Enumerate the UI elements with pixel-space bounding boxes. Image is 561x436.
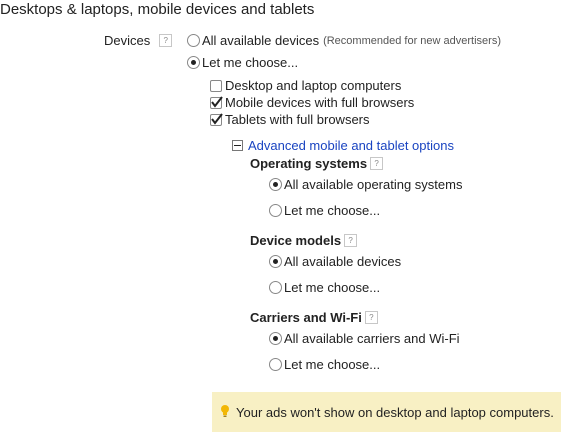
carriers-heading-group: Carriers and Wi-Fi ? — [250, 310, 378, 325]
collapse-icon[interactable] — [232, 140, 243, 151]
tablet-checkbox[interactable] — [210, 112, 223, 126]
os-option-all[interactable]: All available operating systems — [269, 177, 462, 192]
devices-option-choose[interactable]: Let me choose... — [187, 55, 298, 70]
devices-label: Devices — [104, 33, 151, 48]
carriers-help-icon[interactable]: ? — [364, 311, 378, 324]
os-option-choose[interactable]: Let me choose... — [269, 203, 380, 218]
carriers-option-all[interactable]: All available carriers and Wi-Fi — [269, 331, 460, 346]
models-choose-radio[interactable] — [269, 281, 282, 294]
carriers-choose-label[interactable]: Let me choose... — [284, 357, 380, 372]
checkmark-icon — [211, 95, 223, 108]
os-help-icon[interactable]: ? — [370, 157, 384, 170]
models-choose-label[interactable]: Let me choose... — [284, 280, 380, 295]
models-option-choose[interactable]: Let me choose... — [269, 280, 380, 295]
devices-field-label-group: Devices ? — [104, 33, 173, 48]
carriers-all-label[interactable]: All available carriers and Wi-Fi — [284, 331, 460, 346]
notice-text: Your ads won't show on desktop and lapto… — [236, 404, 554, 420]
devices-help-icon[interactable]: ? — [159, 34, 173, 47]
notice-box: Your ads won't show on desktop and lapto… — [212, 392, 561, 432]
models-heading-group: Device models ? — [250, 233, 358, 248]
carriers-all-radio[interactable] — [269, 332, 282, 345]
carriers-heading: Carriers and Wi-Fi — [250, 310, 362, 325]
os-all-radio[interactable] — [269, 178, 282, 191]
models-option-all[interactable]: All available devices — [269, 254, 401, 269]
os-heading: Operating systems — [250, 156, 368, 171]
mobile-checkbox[interactable] — [210, 95, 223, 109]
mobile-checkbox-label[interactable]: Mobile devices with full browsers — [225, 95, 414, 110]
os-choose-radio[interactable] — [269, 204, 282, 217]
devices-all-note: (Recommended for new advertisers) — [323, 34, 501, 47]
models-all-label[interactable]: All available devices — [284, 254, 401, 269]
os-heading-group: Operating systems ? — [250, 156, 384, 171]
advanced-options-link[interactable]: Advanced mobile and tablet options — [248, 138, 454, 153]
checkbox-desktop-row[interactable]: Desktop and laptop computers — [210, 78, 401, 93]
section-title: Desktops & laptops, mobile devices and t… — [0, 1, 315, 18]
checkbox-mobile-row[interactable]: Mobile devices with full browsers — [210, 95, 414, 110]
models-all-radio[interactable] — [269, 255, 282, 268]
checkbox-tablet-row[interactable]: Tablets with full browsers — [210, 112, 370, 127]
devices-option-all[interactable]: All available devices (Recommended for n… — [187, 33, 501, 48]
advanced-options-toggle[interactable]: Advanced mobile and tablet options — [232, 138, 454, 153]
devices-choose-label[interactable]: Let me choose... — [202, 55, 298, 70]
devices-choose-radio[interactable] — [187, 56, 200, 69]
carriers-option-choose[interactable]: Let me choose... — [269, 357, 380, 372]
desktop-checkbox[interactable] — [210, 79, 222, 92]
desktop-checkbox-label[interactable]: Desktop and laptop computers — [225, 78, 401, 93]
lightbulb-icon — [220, 404, 230, 421]
tablet-checkbox-label[interactable]: Tablets with full browsers — [225, 112, 370, 127]
devices-all-label[interactable]: All available devices — [202, 33, 319, 48]
models-help-icon[interactable]: ? — [344, 234, 358, 247]
os-choose-label[interactable]: Let me choose... — [284, 203, 380, 218]
carriers-choose-radio[interactable] — [269, 358, 282, 371]
models-heading: Device models — [250, 233, 342, 248]
os-all-label[interactable]: All available operating systems — [284, 177, 462, 192]
devices-all-radio[interactable] — [187, 34, 200, 47]
checkmark-icon — [211, 112, 223, 125]
